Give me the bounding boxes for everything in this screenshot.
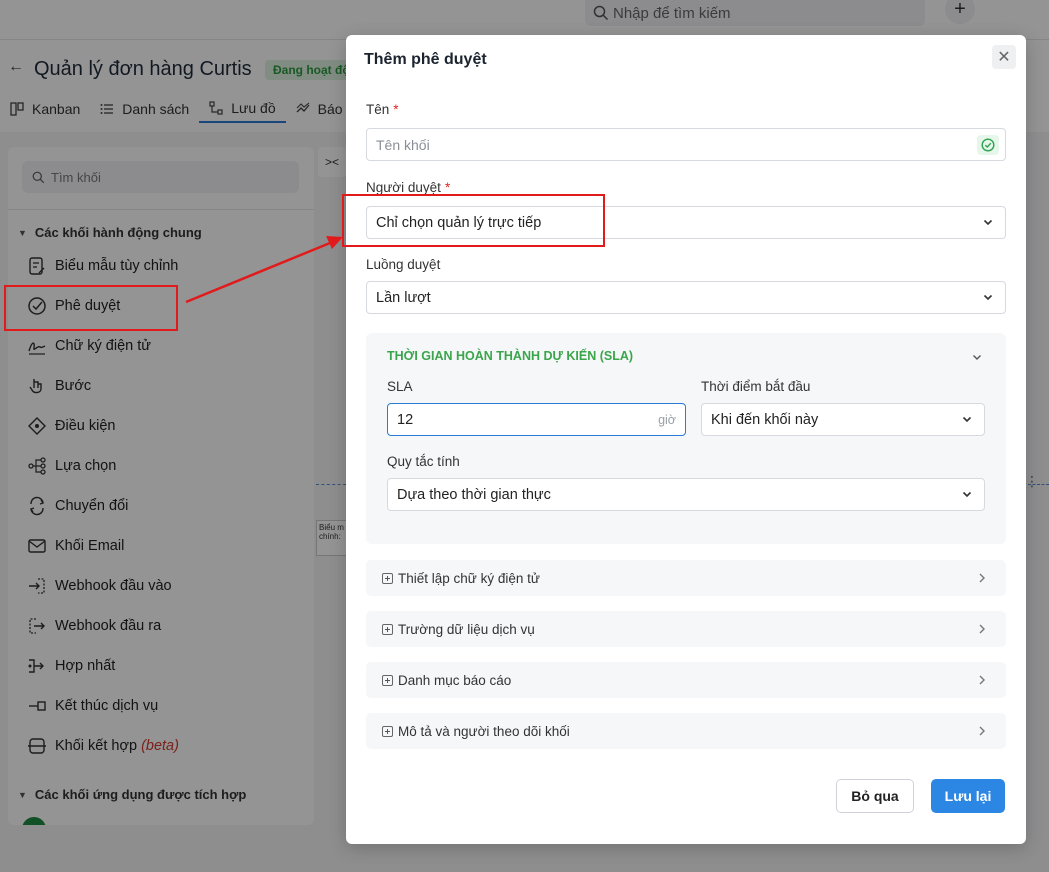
start-time-value: Khi đến khối này xyxy=(711,411,819,428)
flow-select[interactable]: Lần lượt xyxy=(366,281,1006,314)
rule-value: Dựa theo thời gian thực xyxy=(397,486,551,503)
rule-select[interactable]: Dựa theo thời gian thực xyxy=(387,478,985,511)
required-mark: * xyxy=(393,102,399,117)
plus-square-icon xyxy=(382,674,393,686)
chevron-right-icon xyxy=(979,675,985,685)
start-time-select[interactable]: Khi đến khối này xyxy=(701,403,985,436)
close-icon: ✕ xyxy=(997,49,1011,66)
approver-label-text: Người duyệt xyxy=(366,180,441,195)
sla-value: 12 xyxy=(397,411,414,428)
flow-value: Lần lượt xyxy=(376,289,431,306)
sla-hours-input[interactable]: 12 giờ xyxy=(387,403,686,436)
dialog-title: Thêm phê duyệt xyxy=(364,51,487,68)
approver-label: Người duyệt * xyxy=(366,180,450,195)
annotation-highlight-approver xyxy=(342,194,605,247)
add-approval-dialog: Thêm phê duyệt ✕ Tên * Tên khối Người duy… xyxy=(346,35,1026,844)
chevron-right-icon xyxy=(979,624,985,634)
plus-square-icon xyxy=(382,572,393,584)
section-e-signature-setup[interactable]: Thiết lập chữ ký điện tử xyxy=(366,560,1006,596)
name-input[interactable]: Tên khối xyxy=(366,128,1006,161)
cancel-button[interactable]: Bỏ qua xyxy=(836,779,914,813)
chevron-down-icon xyxy=(962,491,972,498)
chevron-down-icon[interactable] xyxy=(970,350,984,364)
annotation-highlight-approval xyxy=(4,285,178,331)
chevron-down-icon xyxy=(983,219,993,226)
chevron-down-icon xyxy=(983,294,993,301)
sla-unit: giờ xyxy=(658,413,676,427)
plus-square-icon xyxy=(382,623,393,635)
sla-label: SLA xyxy=(387,379,413,394)
section-label: Danh mục báo cáo xyxy=(398,672,512,688)
flow-label: Luồng duyệt xyxy=(366,257,441,272)
save-button[interactable]: Lưu lại xyxy=(931,779,1005,813)
sla-title[interactable]: THỜI GIAN HOÀN THÀNH DỰ KIẾN (SLA) xyxy=(387,349,633,363)
section-description-followers[interactable]: Mô tả và người theo dõi khối xyxy=(366,713,1006,749)
section-service-fields[interactable]: Trường dữ liệu dịch vụ xyxy=(366,611,1006,647)
section-label: Trường dữ liệu dịch vụ xyxy=(398,621,535,637)
section-report-categories[interactable]: Danh mục báo cáo xyxy=(366,662,1006,698)
name-label-text: Tên xyxy=(366,102,390,117)
valid-check-icon xyxy=(977,135,999,155)
chevron-right-icon xyxy=(979,573,985,583)
close-button[interactable]: ✕ xyxy=(992,45,1016,69)
rule-label: Quy tắc tính xyxy=(387,454,460,469)
name-label: Tên * xyxy=(366,102,399,117)
start-time-label: Thời điểm bắt đầu xyxy=(701,379,811,394)
plus-square-icon xyxy=(382,725,393,737)
section-label: Mô tả và người theo dõi khối xyxy=(398,723,570,739)
chevron-right-icon xyxy=(979,726,985,736)
name-placeholder: Tên khối xyxy=(376,136,430,153)
sla-panel: THỜI GIAN HOÀN THÀNH DỰ KIẾN (SLA) SLA 1… xyxy=(366,333,1006,544)
section-label: Thiết lập chữ ký điện tử xyxy=(398,570,540,586)
required-mark: * xyxy=(444,180,451,195)
chevron-down-icon xyxy=(962,416,972,423)
